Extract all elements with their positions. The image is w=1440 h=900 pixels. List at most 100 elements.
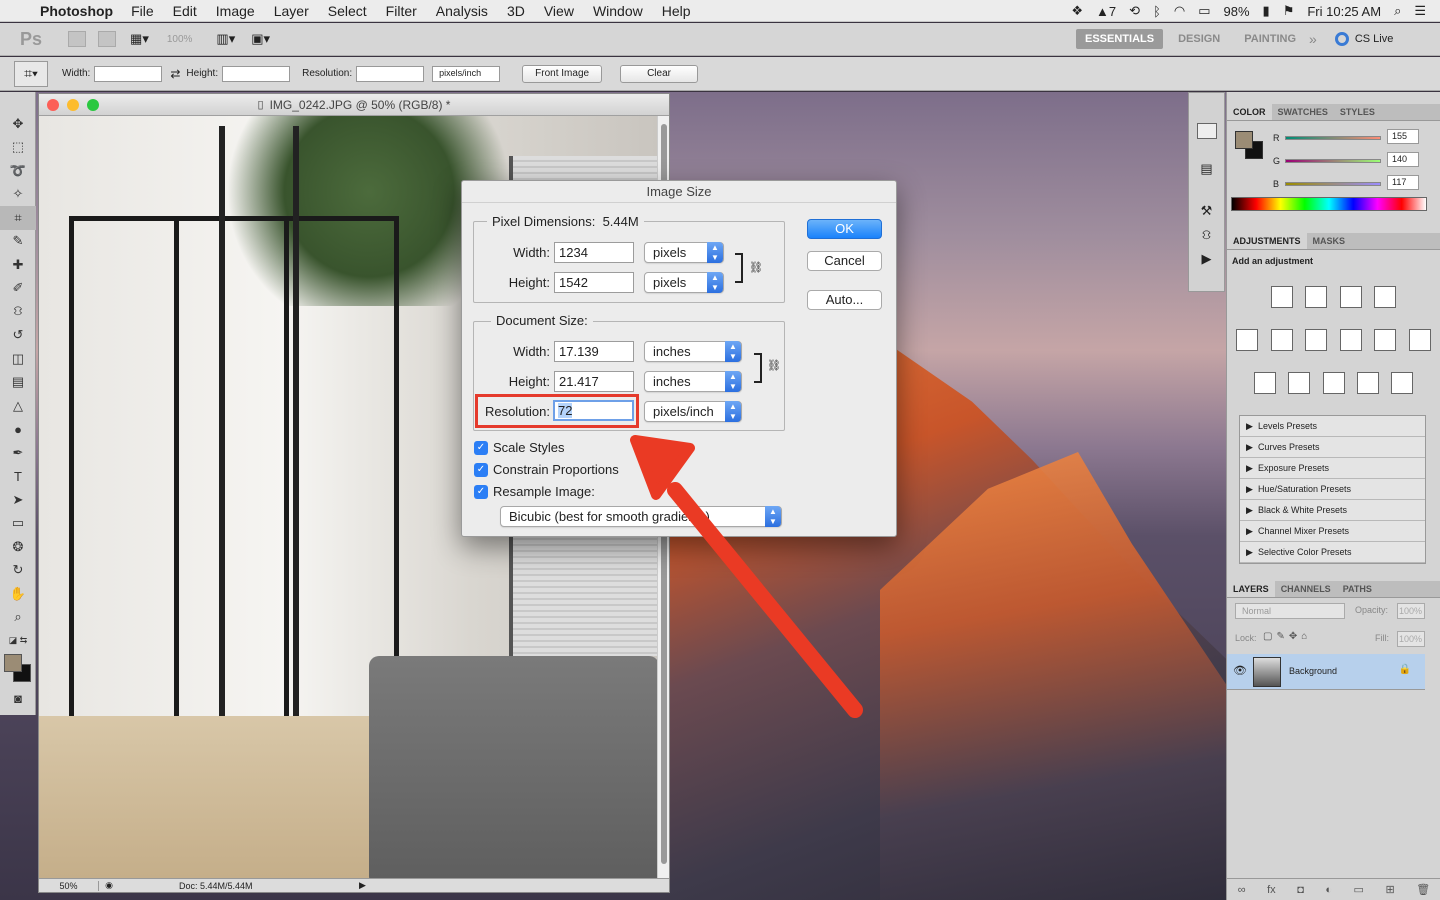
view-extras-icon[interactable]: ▦▾ (130, 31, 149, 47)
curves-icon[interactable] (1339, 286, 1362, 308)
opacity-value[interactable]: 100% (1397, 603, 1425, 619)
gradient-tool-icon[interactable]: ▤ (0, 371, 36, 395)
cs-live-icon[interactable] (1334, 32, 1349, 46)
menu-select[interactable]: Select (328, 3, 367, 19)
resolution-unit-select[interactable]: pixels/inch (432, 65, 501, 82)
preset-exposure[interactable]: ▶ Exposure Presets (1240, 458, 1425, 479)
new-layer-icon[interactable]: ⊞ (1385, 883, 1394, 896)
color-spectrum-bar[interactable] (1231, 197, 1427, 211)
workspace-design[interactable]: DESIGN (1169, 29, 1229, 49)
menu-edit[interactable]: Edit (173, 3, 197, 19)
b-value[interactable]: 117 (1387, 175, 1419, 190)
preset-curves[interactable]: ▶ Curves Presets (1240, 437, 1425, 458)
blend-mode-select[interactable]: Normal (1235, 603, 1345, 619)
layer-visibility-icon[interactable]: 👁 (1233, 664, 1247, 677)
flag-icon[interactable]: ⚑ (1283, 3, 1295, 19)
notification-center-icon[interactable]: ☰ (1414, 3, 1426, 19)
tab-paths[interactable]: PATHS (1337, 581, 1378, 597)
crop-tool-preset-icon[interactable]: ⌗▾ (14, 60, 48, 87)
tool-presets-icon[interactable]: ⚒ (1197, 203, 1217, 219)
layer-row-background[interactable]: 👁 Background 🔒 (1227, 654, 1425, 690)
photo-filter-icon[interactable] (1374, 329, 1397, 351)
auto-button[interactable]: Auto... (807, 290, 882, 310)
timemachine-icon[interactable]: ⟲ (1129, 3, 1140, 19)
preset-hue-saturation[interactable]: ▶ Hue/Saturation Presets (1240, 479, 1425, 500)
black-white-icon[interactable] (1339, 329, 1362, 351)
px-height-unit-select[interactable]: pixels ▲ ▼ (644, 272, 724, 293)
layer-name[interactable]: Background (1289, 666, 1337, 676)
px-height-input[interactable]: 1542 (554, 272, 634, 293)
menu-image[interactable]: Image (216, 3, 255, 19)
tab-color[interactable]: COLOR (1227, 104, 1272, 120)
color-balance-icon[interactable] (1305, 329, 1328, 351)
minibridge-panel-icon[interactable] (1196, 123, 1217, 139)
more-workspaces-icon[interactable]: » (1309, 31, 1317, 47)
scale-styles-checkbox[interactable]: ✓ Scale Styles (474, 440, 565, 455)
default-colors-icon[interactable]: ◪ ⇆ (0, 629, 36, 653)
tab-swatches[interactable]: SWATCHES (1272, 104, 1334, 120)
quick-mask-icon[interactable]: ◙ (0, 687, 36, 711)
resolution-input[interactable] (356, 65, 425, 82)
menu-view[interactable]: View (544, 3, 574, 19)
actions-icon[interactable]: ▶ (1197, 251, 1217, 267)
zoom-window-icon[interactable] (87, 99, 99, 111)
doc-height-input[interactable]: 21.417 (554, 371, 634, 392)
path-select-icon[interactable]: ➤ (0, 488, 36, 512)
swap-icon[interactable]: ⇄ (170, 67, 180, 81)
type-tool-icon[interactable]: T (0, 465, 36, 489)
tab-layers[interactable]: LAYERS (1227, 581, 1275, 597)
px-width-unit-select[interactable]: pixels ▲ ▼ (644, 242, 724, 263)
minimize-window-icon[interactable] (67, 99, 79, 111)
menu-app-name[interactable]: Photoshop (40, 3, 113, 19)
doc-height-unit-select[interactable]: inches ▲ ▼ (644, 371, 742, 392)
history-brush-icon[interactable]: ↺ (0, 324, 36, 348)
invert-icon[interactable] (1253, 372, 1276, 394)
g-value[interactable]: 140 (1387, 152, 1419, 167)
preset-selective-color[interactable]: ▶ Selective Color Presets (1240, 542, 1425, 563)
battery-percent[interactable]: 98% (1224, 4, 1250, 19)
clock[interactable]: Fri 10:25 AM (1307, 4, 1381, 19)
eraser-tool-icon[interactable]: ◫ (0, 347, 36, 371)
selective-color-icon[interactable] (1391, 372, 1414, 394)
preset-black-white[interactable]: ▶ Black & White Presets (1240, 500, 1425, 521)
airplay-icon[interactable]: ▭ (1198, 3, 1210, 19)
color-fg-swatch[interactable] (1235, 131, 1253, 149)
threshold-icon[interactable] (1322, 372, 1345, 394)
hue-saturation-icon[interactable] (1270, 329, 1293, 351)
healing-brush-icon[interactable]: ✚ (0, 253, 36, 277)
layer-style-icon[interactable]: fx (1267, 884, 1276, 896)
menu-layer[interactable]: Layer (274, 3, 309, 19)
menu-filter[interactable]: Filter (386, 3, 417, 19)
brightness-contrast-icon[interactable] (1270, 286, 1293, 308)
height-input[interactable] (222, 65, 291, 82)
preset-levels[interactable]: ▶ Levels Presets (1240, 416, 1425, 437)
clone-stamp-icon[interactable]: ⛻ (0, 300, 36, 324)
doc-width-input[interactable]: 17.139 (554, 341, 634, 362)
front-image-button[interactable]: Front Image (522, 64, 603, 83)
px-width-input[interactable]: 1234 (554, 242, 634, 263)
status-arrow-icon[interactable]: ▶ (359, 880, 366, 891)
wifi-icon[interactable]: ◠ (1174, 3, 1185, 19)
lasso-tool-icon[interactable]: ➰ (0, 159, 36, 183)
resolution-unit-select[interactable]: pixels/inch ▲ ▼ (644, 401, 742, 422)
menu-file[interactable]: File (131, 3, 154, 19)
vibrance-icon[interactable] (1236, 329, 1259, 351)
r-slider[interactable] (1285, 136, 1381, 140)
menu-help[interactable]: Help (662, 3, 691, 19)
workspace-essentials[interactable]: ESSENTIALS (1076, 29, 1164, 49)
notification-icon[interactable]: ▲7 (1096, 4, 1116, 19)
zoom-level[interactable]: 100% (167, 34, 193, 45)
arrange-documents-icon[interactable]: ▥▾ (216, 31, 235, 47)
status-menu-icon[interactable]: ◉ (99, 880, 119, 891)
screen-mode-icon[interactable]: ▣▾ (251, 31, 270, 47)
workspace-painting[interactable]: PAINTING (1235, 29, 1305, 49)
b-slider[interactable] (1285, 182, 1381, 186)
tab-masks[interactable]: MASKS (1307, 233, 1352, 249)
levels-icon[interactable] (1305, 286, 1328, 308)
width-input[interactable] (94, 65, 163, 82)
dropbox-icon[interactable]: ❖ (1071, 3, 1083, 19)
shape-tool-icon[interactable]: ▭ (0, 512, 36, 536)
spotlight-icon[interactable]: ⌕ (1394, 3, 1401, 19)
posterize-icon[interactable] (1288, 372, 1311, 394)
bridge-icon[interactable] (68, 31, 87, 47)
